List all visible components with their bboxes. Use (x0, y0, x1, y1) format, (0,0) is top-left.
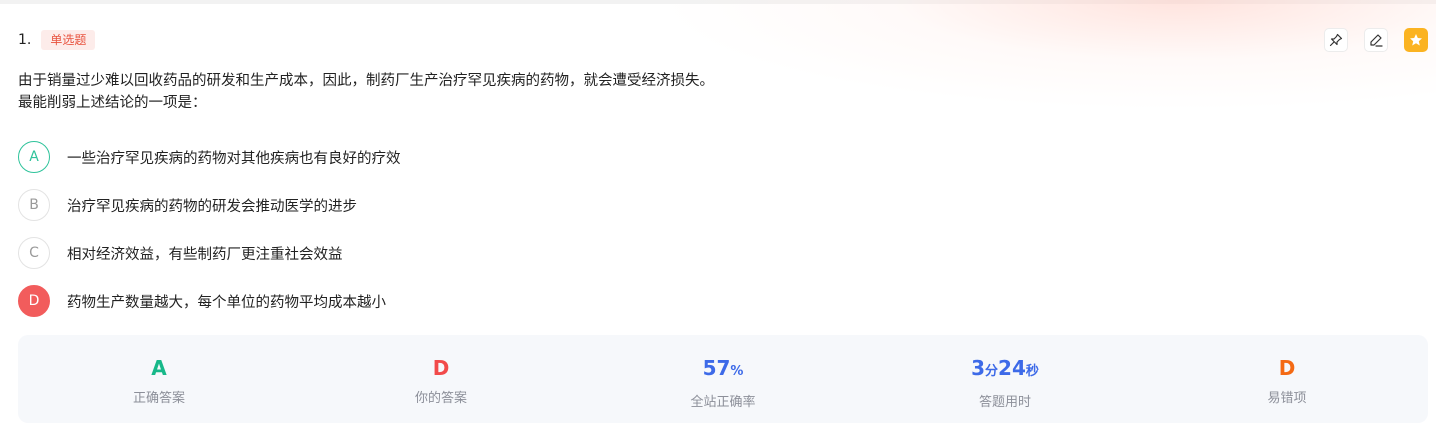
question-toolbar (1324, 28, 1428, 52)
correct-answer-letter: A (151, 356, 167, 380)
time-sec-unit: 秒 (1025, 364, 1039, 379)
star-icon (1410, 34, 1422, 46)
error-prone-value: D (1279, 355, 1296, 381)
favorite-button[interactable] (1404, 28, 1428, 52)
answer-stats-panel: A 正确答案 D 你的答案 57% 全站正确率 3 分 24 秒 答题用时 D 易错项 (18, 335, 1428, 423)
time-minutes: 3 (971, 356, 986, 380)
option-a[interactable]: A 一些治疗罕见疾病的药物对其他疾病也有良好的疗效 (18, 141, 401, 173)
option-letter-c: C (18, 237, 50, 269)
option-text-a: 一些治疗罕见疾病的药物对其他疾病也有良好的疗效 (67, 150, 401, 167)
question-stem: 由于销量过少难以回收药品的研发和生产成本，因此，制药厂生产治疗罕见疾病的药物，就… (18, 70, 714, 114)
pin-icon (1329, 33, 1343, 47)
correct-answer-value: A (151, 355, 166, 381)
option-letter-a: A (18, 141, 50, 173)
correct-answer-label: 正确答案 (132, 391, 185, 406)
edit-icon (1370, 34, 1383, 47)
time-seconds: 24 (998, 356, 1026, 380)
error-prone-label: 易错项 (1267, 391, 1307, 406)
stem-line-2: 最能削弱上述结论的一项是： (18, 95, 207, 111)
accuracy-value: 57% (703, 355, 744, 385)
stat-accuracy: 57% 全站正确率 (582, 335, 864, 423)
your-answer-value: D (433, 355, 450, 381)
stat-correct-answer: A 正确答案 (18, 335, 300, 423)
your-answer-label: 你的答案 (414, 391, 467, 406)
pin-button[interactable] (1324, 28, 1348, 52)
accuracy-unit: % (730, 364, 744, 379)
time-value: 3 分 24 秒 (971, 355, 1039, 385)
option-c[interactable]: C 相对经济效益，有些制药厂更注重社会效益 (18, 237, 401, 269)
options-list: A 一些治疗罕见疾病的药物对其他疾病也有良好的疗效 B 治疗罕见疾病的药物的研发… (18, 141, 401, 333)
accuracy-label: 全站正确率 (690, 395, 756, 410)
option-text-d: 药物生产数量越大，每个单位的药物平均成本越小 (67, 294, 386, 311)
option-text-b: 治疗罕见疾病的药物的研发会推动医学的进步 (67, 198, 357, 215)
stat-error-prone: D 易错项 (1146, 335, 1428, 423)
top-divider (0, 0, 1436, 4)
time-min-unit: 分 (985, 364, 999, 379)
error-prone-letter: D (1278, 356, 1296, 380)
accuracy-number: 57 (702, 356, 731, 380)
question-header: 1. 单选题 (18, 28, 96, 52)
time-label: 答题用时 (978, 395, 1031, 410)
option-letter-b: B (18, 189, 50, 221)
stem-line-1: 由于销量过少难以回收药品的研发和生产成本，因此，制药厂生产治疗罕见疾病的药物，就… (18, 73, 714, 89)
option-d[interactable]: D 药物生产数量越大，每个单位的药物平均成本越小 (18, 285, 401, 317)
question-number: 1. (18, 32, 32, 48)
question-type-badge: 单选题 (41, 30, 96, 50)
stat-your-answer: D 你的答案 (300, 335, 582, 423)
option-letter-d: D (18, 285, 50, 317)
option-b[interactable]: B 治疗罕见疾病的药物的研发会推动医学的进步 (18, 189, 401, 221)
stat-time: 3 分 24 秒 答题用时 (864, 335, 1146, 423)
your-answer-letter: D (432, 356, 450, 380)
option-text-c: 相对经济效益，有些制药厂更注重社会效益 (67, 246, 343, 263)
edit-button[interactable] (1364, 28, 1388, 52)
